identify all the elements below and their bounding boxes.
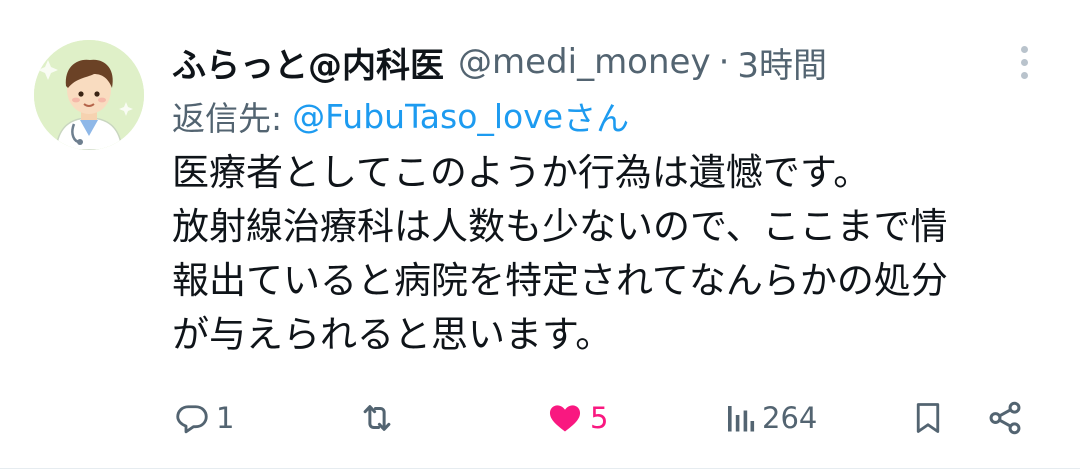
repost-button[interactable] xyxy=(358,390,402,446)
post-body-line: 医療者としてこのようか行為は遺憾です。 xyxy=(172,151,871,194)
user-handle[interactable]: @medi_money xyxy=(458,42,711,82)
like-count: 5 xyxy=(590,401,609,435)
reply-icon xyxy=(176,405,208,434)
reply-suffix: さん xyxy=(563,99,630,138)
repost-icon xyxy=(363,405,391,431)
reply-count: 1 xyxy=(216,401,235,435)
reply-to-line: 返信先: @FubuTaso_love さん xyxy=(172,92,629,140)
like-button[interactable]: 5 xyxy=(546,390,608,446)
share-button[interactable] xyxy=(986,390,1024,446)
avatar[interactable] xyxy=(34,40,144,150)
reply-prefix: 返信先: xyxy=(172,99,283,138)
heart-icon xyxy=(549,405,581,432)
bookmark-icon xyxy=(916,403,940,433)
views-button[interactable]: 264 xyxy=(724,390,817,446)
divider xyxy=(0,468,1080,469)
doctor-avatar-icon xyxy=(34,40,144,150)
reply-to-user-link[interactable]: @FubuTaso_love xyxy=(292,97,563,136)
views-count: 264 xyxy=(762,401,818,435)
action-bar: 1 5 264 xyxy=(172,390,1032,446)
more-options-icon[interactable] xyxy=(1010,42,1038,82)
post-body: 医療者としてこのようか行為は遺憾です。 放射線治療科は人数も少ないので、ここまで… xyxy=(172,146,1052,362)
post-header: ふらっと@内科医 @medi_money · 3時間 xyxy=(172,36,827,88)
post-body-line: 報出ていると病院を特定されてなんらかの処分 xyxy=(172,259,948,302)
post-body-line: が与えられると思います。 xyxy=(172,313,613,356)
views-icon xyxy=(728,406,755,432)
reply-button[interactable]: 1 xyxy=(174,390,234,446)
share-icon xyxy=(989,401,1021,435)
post-body-line: 放射線治療科は人数も少ないので、ここまで情 xyxy=(172,205,948,248)
post-timestamp[interactable]: 3時間 xyxy=(737,38,827,87)
display-name[interactable]: ふらっと@内科医 xyxy=(172,38,444,87)
bookmark-button[interactable] xyxy=(910,390,946,446)
separator-dot: · xyxy=(718,42,730,82)
